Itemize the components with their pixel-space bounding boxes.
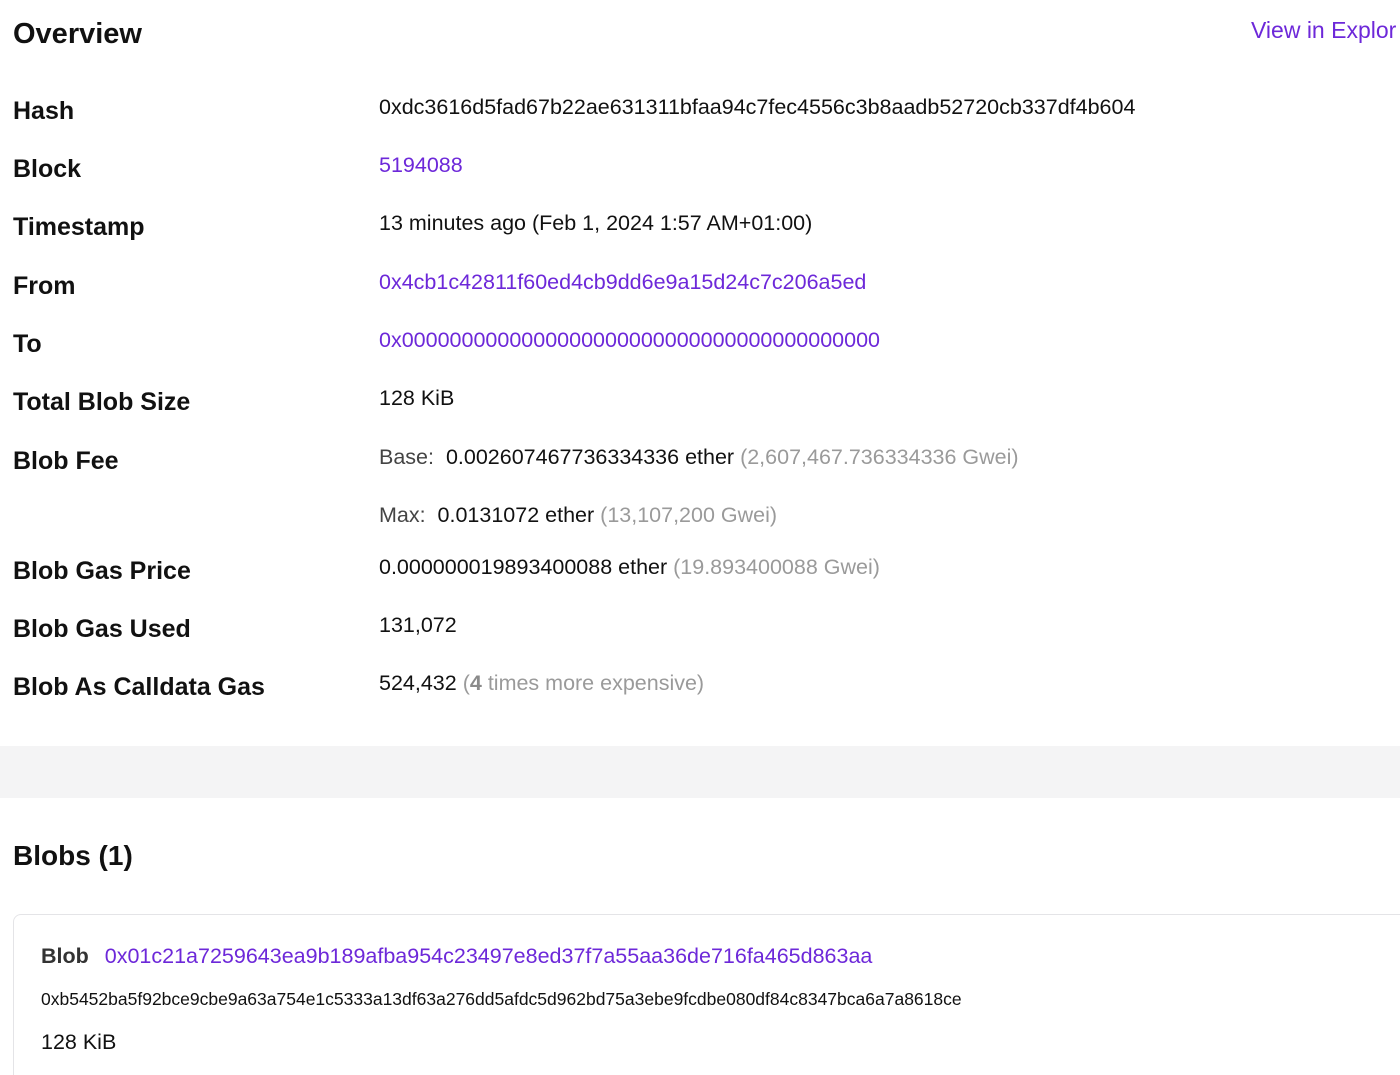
blob-as-calldata-gas-value: 524,432 [379, 671, 457, 695]
blob-fee-base-gwei: (2,607,467.736334336 Gwei) [740, 445, 1019, 469]
to-address-link[interactable]: 0x00000000000000000000000000000000000000… [379, 328, 880, 353]
overview-section: Overview View in Explor Hash 0xdc3616d5f… [0, 0, 1400, 746]
blob-gas-used-value: 131,072 [379, 613, 457, 637]
blob-gas-price-label: Blob Gas Price [13, 557, 191, 585]
hash-label: Hash [13, 97, 75, 125]
block-link[interactable]: 5194088 [379, 153, 463, 178]
blob-gas-price-value: 0.000000019893400088 ether [379, 555, 668, 579]
view-in-explorer-link[interactable]: View in Explor [1251, 17, 1396, 44]
section-divider [0, 746, 1400, 798]
blob-fee-base: Base: 0.002607467736334336 ether (2,607,… [379, 445, 1019, 470]
blobs-title: Blobs (1) [13, 840, 133, 871]
blob-fee-max-gwei: (13,107,200 Gwei) [600, 503, 778, 527]
hash-value: 0xdc3616d5fad67b22ae631311bfaa94c7fec455… [379, 95, 1136, 119]
blob-size: 128 KiB [41, 1030, 117, 1054]
timestamp-label: Timestamp [13, 213, 145, 241]
blob-fee-max-label: Max: [379, 503, 426, 527]
blob-fee-base-label: Base: [379, 445, 434, 469]
transaction-page: Overview View in Explor Hash 0xdc3616d5f… [0, 0, 1400, 1075]
from-label: From [13, 272, 76, 300]
blob-fee-max: Max: 0.0131072 ether (13,107,200 Gwei) [379, 503, 777, 528]
to-label: To [13, 330, 42, 358]
blob-gas-price-value-group: 0.000000019893400088 ether (19.893400088… [379, 555, 880, 580]
blob-fee-base-value: 0.002607467736334336 ether [445, 445, 735, 469]
blob-gas-used-label: Blob Gas Used [13, 615, 191, 643]
blob-fee-max-value: 0.0131072 ether [437, 503, 595, 527]
blob-as-calldata-gas-value-group: 524,432 (4 times more expensive) [379, 671, 704, 696]
blob-as-calldata-gas-comparison: (4 times more expensive) [463, 671, 704, 695]
blob-versioned-hash-link[interactable]: 0x01c21a7259643ea9b189afba954c23497e8ed3… [105, 944, 873, 968]
blob-fee-label: Blob Fee [13, 447, 119, 475]
blob-commitment: 0xb5452ba5f92bce9cbe9a63a754e1c5333a13df… [41, 989, 962, 1009]
blob-label: Blob [41, 944, 89, 968]
block-label: Block [13, 155, 82, 183]
total-blob-size-label: Total Blob Size [13, 388, 191, 416]
blob-as-calldata-gas-label: Blob As Calldata Gas [13, 673, 265, 701]
comparison-text: times more expensive) [481, 671, 705, 695]
timestamp-value: 13 minutes ago (Feb 1, 2024 1:57 AM+01:0… [379, 211, 813, 235]
total-blob-size-value: 128 KiB [379, 386, 455, 410]
from-address-link[interactable]: 0x4cb1c42811f60ed4cb9dd6e9a15d24c7c206a5… [379, 270, 866, 295]
comparison-multiplier: 4 [469, 671, 482, 695]
overview-title: Overview [13, 18, 142, 50]
blob-header: Blob 0x01c21a7259643ea9b189afba954c23497… [41, 944, 872, 969]
blob-gas-price-gwei: (19.893400088 Gwei) [673, 555, 880, 579]
blob-card: Blob 0x01c21a7259643ea9b189afba954c23497… [13, 914, 1400, 1075]
comparison-paren-open: ( [462, 671, 470, 695]
